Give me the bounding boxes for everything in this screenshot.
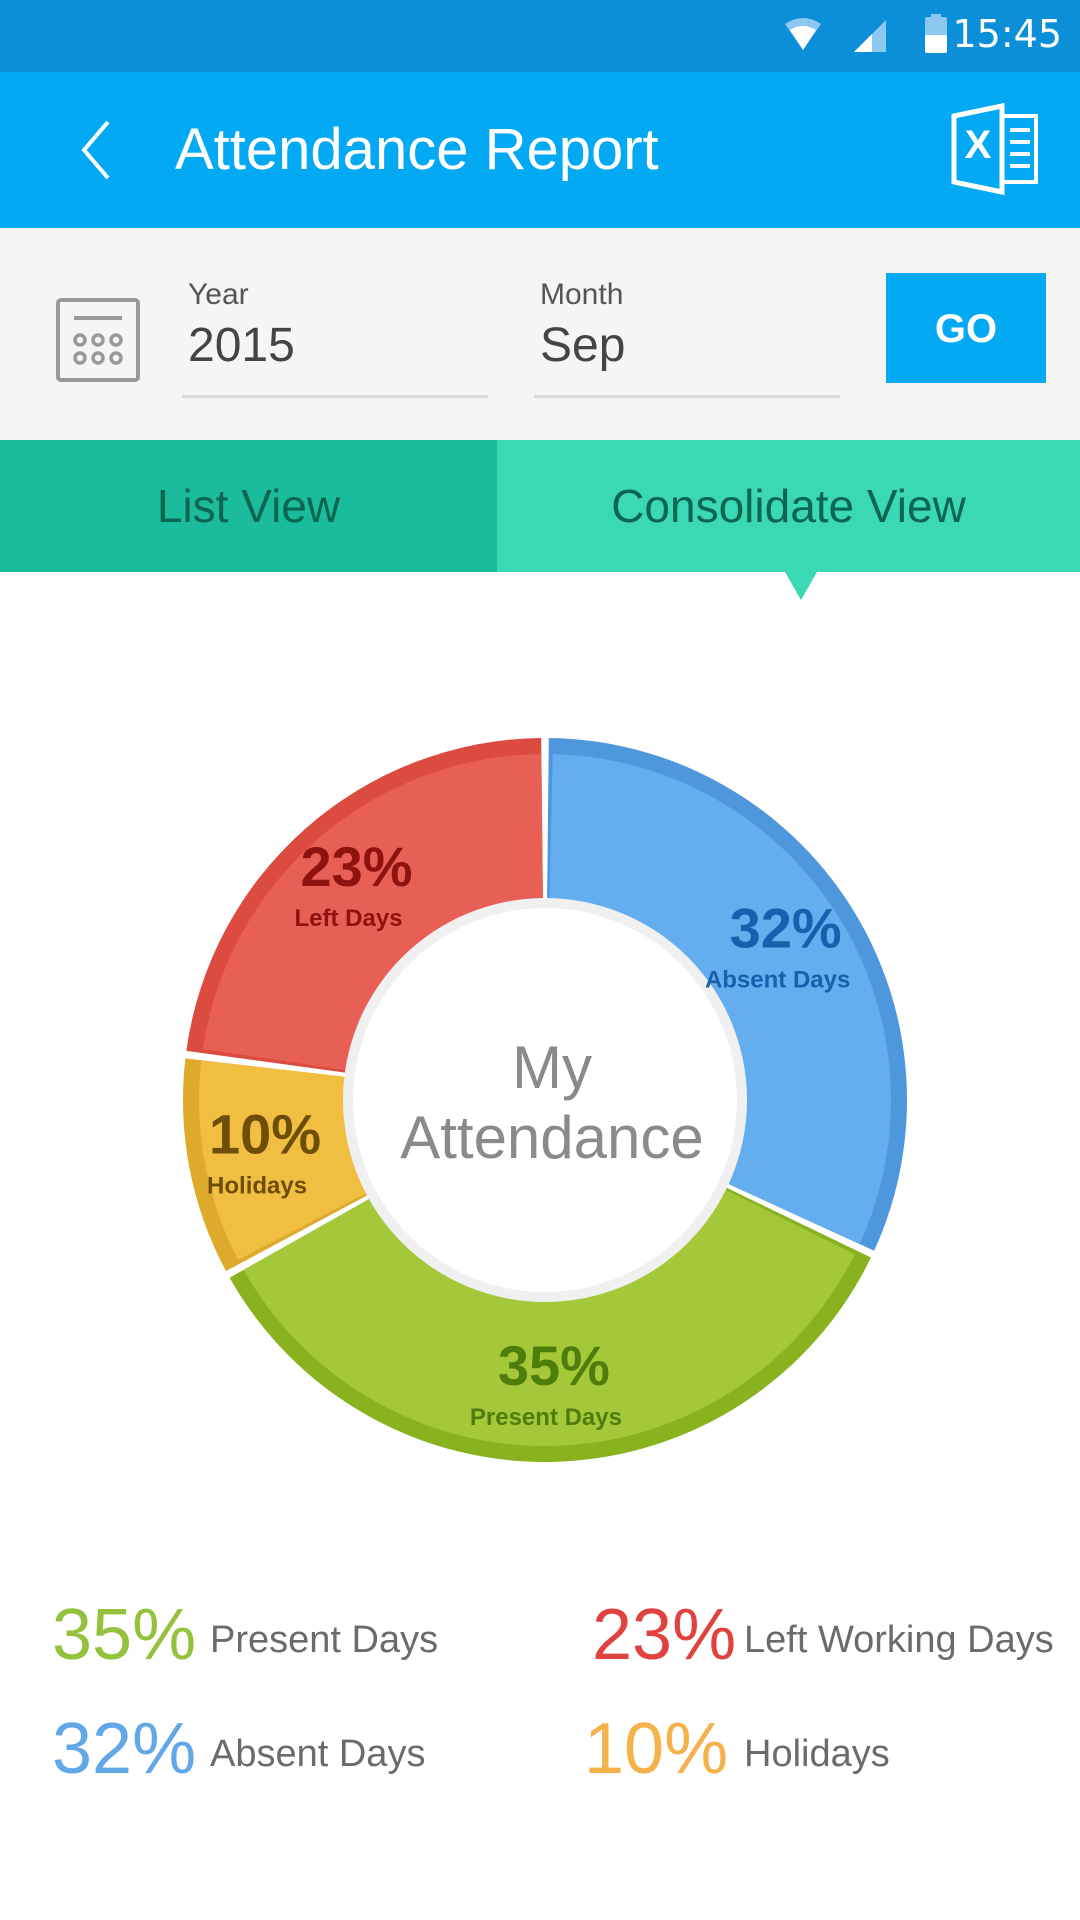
tab-consolidate-view[interactable]: Consolidate View [497,440,1080,572]
year-value[interactable]: 2015 [188,318,295,373]
battery-icon [925,14,947,53]
month-field[interactable]: Month Sep [534,278,840,398]
year-field[interactable]: Year 2015 [182,278,488,398]
slice-present-name-label: Present Days [470,1404,622,1431]
export-excel-button[interactable]: X [950,102,1042,196]
tab-list-view[interactable]: List View [0,440,497,572]
slice-holidays-name-label: Holidays [207,1172,307,1199]
slice-absent-value-label: 32% [730,896,842,959]
center-label-line-1: My [512,1034,592,1101]
year-underline [182,395,488,398]
slice-left-name-label: Left Days [295,905,403,932]
legend-value: 35% [52,1595,197,1675]
legend-value: 23% [592,1595,737,1675]
legend-label: Present Days [210,1619,439,1661]
month-underline [534,395,840,398]
calendar-icon[interactable] [56,298,140,382]
view-tabs: List View Consolidate View [0,440,1080,572]
filter-bar: Year 2015 Month Sep GO [0,228,1080,440]
slice-absent-name-label: Absent Days [705,966,850,993]
excel-icon: X [951,102,1038,196]
legend-label: Holidays [744,1733,890,1775]
app-bar: Attendance Report X [0,72,1080,228]
clock: 15:45 [952,12,1062,56]
slice-holidays-value-label: 10% [209,1102,321,1165]
legend-label: Left Working Days [744,1619,1054,1661]
year-label: Year [188,278,249,311]
page-title: Attendance Report [175,117,659,182]
go-button[interactable]: GO [886,273,1046,383]
status-bar: 15:45 [0,0,1080,72]
legend-label: Absent Days [210,1733,426,1775]
wifi-icon [785,18,821,50]
center-label-line-2: Attendance [400,1104,704,1171]
month-label: Month [540,278,624,311]
attendance-donut-chart: My Attendance 32% Absent Days 35% Present D… [183,738,907,1462]
svg-text:X: X [965,123,992,167]
chevron-left-icon [81,120,110,180]
slice-present-value-label: 35% [498,1334,610,1397]
cell-signal-icon [854,20,886,52]
month-value[interactable]: Sep [540,318,625,373]
legend-value: 10% [584,1709,729,1789]
active-tab-indicator [785,572,817,600]
back-button[interactable] [72,112,142,188]
chart-legend: 35% Present Days 23% Left Working Days 3… [0,1590,1080,1830]
legend-value: 32% [52,1709,197,1789]
slice-left-value-label: 23% [300,835,412,898]
